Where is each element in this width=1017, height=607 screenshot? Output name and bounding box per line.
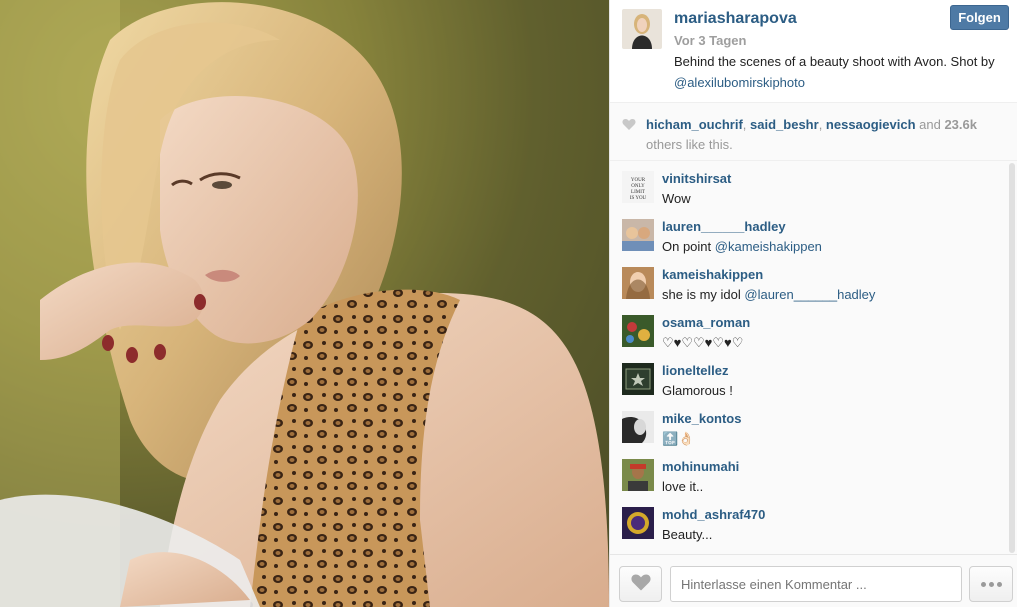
more-options-button[interactable] [969,566,1013,602]
likes-separator: , [818,117,826,132]
comment-text: Glamorous ! [662,383,733,398]
commenter-avatar[interactable] [622,459,654,491]
comment-username[interactable]: kameishakippen [662,267,763,282]
comment-item: YOUR ONLY LIMIT IS YOU vinitshirsat Wow [610,161,1017,209]
comment-item: osama_roman ♡♥♡♡♥♡♥♡ [610,305,1017,353]
commenter-avatar[interactable] [622,507,654,539]
commenter-avatar[interactable] [622,363,654,395]
liker-link[interactable]: hicham_ouchrif [646,117,743,132]
heart-icon [630,573,652,595]
follow-button[interactable]: Folgen [950,5,1009,30]
comment-mention-link[interactable]: @lauren______hadley [744,287,875,302]
comment-text: ♡♥♡♡♥♡♥♡ [662,335,744,350]
likes-tail: others like this. [646,137,733,152]
dot-icon [996,581,1002,587]
author-avatar[interactable] [622,9,662,49]
svg-text:ONLY: ONLY [631,184,645,189]
post-header: mariasharapova Vor 3 Tagen Behind the sc… [610,0,1017,103]
dot-icon [980,581,986,587]
liker-link[interactable]: said_beshr [750,117,819,132]
likes-count-link[interactable]: 23.6k [944,117,977,132]
svg-text:LIMIT: LIMIT [631,190,645,195]
comment-text: love it.. [662,479,704,494]
post-caption: Behind the scenes of a beauty shoot with… [674,51,1006,93]
comment-username[interactable]: vinitshirsat [662,171,731,186]
author-username[interactable]: mariasharapova [674,10,797,28]
comment-text: she is my idol @lauren______hadley [662,287,876,302]
comment-item: mohd_ashraf470 Beauty... [610,497,1017,545]
svg-text:YOUR: YOUR [631,178,646,183]
commenter-avatar[interactable] [622,411,654,443]
comment-username[interactable]: lioneltellez [662,363,728,378]
comment-username[interactable]: osama_roman [662,315,750,330]
liker-link[interactable]: nessaogievich [826,117,916,132]
heart-icon [622,117,636,137]
comment-username[interactable]: mike_kontos [662,411,741,426]
comment-input[interactable] [670,566,962,602]
comment-username[interactable]: mohinumahi [662,459,739,474]
svg-text:IS YOU: IS YOU [630,196,647,201]
caption-text: Behind the scenes of a beauty shoot with… [674,54,995,69]
like-button[interactable] [619,566,662,602]
comment-mention-link[interactable]: @kameishakippen [715,239,822,254]
likes-separator: , [742,117,751,132]
comment-item: mohinumahi love it.. [610,449,1017,497]
comments-list[interactable]: YOUR ONLY LIMIT IS YOU vinitshirsat Wow lau… [610,161,1017,554]
caption-mention-link[interactable]: @alexilubomirskiphoto [674,75,805,90]
comment-text: Beauty... [662,527,713,542]
comment-item: mike_kontos 🔝👌🏻 [610,401,1017,449]
likes-and: and [915,117,945,132]
post-photo[interactable] [0,0,609,607]
post-sidebar: mariasharapova Vor 3 Tagen Behind the sc… [609,0,1017,607]
comment-username[interactable]: lauren______hadley [662,219,786,234]
dot-icon [988,581,994,587]
comment-item: lioneltellez Glamorous ! [610,353,1017,401]
comment-text: Wow [662,191,691,206]
commenter-avatar[interactable] [622,315,654,347]
commenter-avatar[interactable] [622,219,654,251]
post-actions-bar [610,554,1017,607]
post-timestamp[interactable]: Vor 3 Tagen [674,33,746,48]
comment-text: On point @kameishakippen [662,239,822,254]
comment-item: lauren______hadley On point @kameishakip… [610,209,1017,257]
portrait-illustration [0,0,609,607]
commenter-avatar[interactable]: YOUR ONLY LIMIT IS YOU [622,171,654,203]
commenter-avatar[interactable] [622,267,654,299]
comment-text: 🔝👌🏻 [662,431,695,446]
comment-item: kameishakippen she is my idol @lauren___… [610,257,1017,305]
likes-summary: hicham_ouchrif, said_beshr, nessaogievic… [610,103,1017,161]
comments-scrollbar[interactable] [1009,163,1015,553]
comment-username[interactable]: mohd_ashraf470 [662,507,765,522]
instagram-post-view: mariasharapova Vor 3 Tagen Behind the sc… [0,0,1017,607]
